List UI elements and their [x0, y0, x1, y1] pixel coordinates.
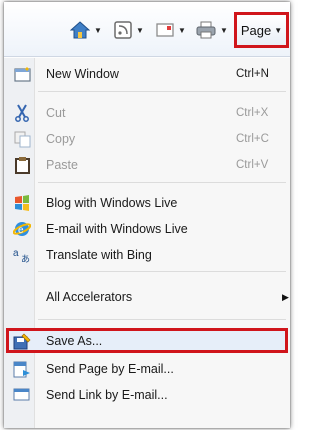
chevron-down-icon: ▼ [94, 25, 102, 35]
menu-item-label: Send Page by E-mail... [46, 362, 174, 376]
page-dropdown-menu: New Window Ctrl+N Cut Ctrl+X Copy Ctrl+C… [4, 58, 290, 428]
copy-icon [13, 130, 31, 148]
save-as-icon [13, 332, 31, 350]
menu-item-paste[interactable]: Paste Ctrl+V [4, 152, 290, 178]
menu-item-shortcut: Ctrl+V [236, 159, 269, 171]
menu-item-cut[interactable]: Cut Ctrl+X [4, 100, 290, 126]
menu-item-shortcut: Ctrl+C [236, 133, 269, 145]
menu-item-label: Copy [46, 132, 76, 146]
chevron-down-icon: ▼ [220, 25, 228, 35]
chevron-down-icon: ▼ [178, 25, 186, 35]
menu-separator [38, 182, 286, 183]
menu-item-label: New Window [46, 67, 119, 81]
feeds-icon [114, 21, 132, 39]
svg-text:あ: あ [21, 254, 30, 264]
clipboard-icon [13, 156, 31, 174]
menu-item-label: Blog with Windows Live [46, 196, 178, 210]
menu-item-blog-windows-live[interactable]: Blog with Windows Live [4, 190, 290, 216]
menu-item-email-windows-live[interactable]: e E-mail with Windows Live [4, 216, 290, 242]
menu-separator [38, 91, 286, 92]
menu-item-send-link-email[interactable]: Send Link by E-mail... [4, 382, 290, 408]
menu-item-label: Save As... [46, 334, 103, 348]
translate-icon: a あ [13, 246, 31, 264]
windows-live-icon [13, 194, 31, 212]
send-page-icon [13, 360, 31, 378]
command-bar: ▼ ▼ ▼ ▼ Page ▼ [4, 2, 290, 57]
chevron-down-icon: ▼ [136, 25, 144, 35]
print-button[interactable]: ▼ [196, 19, 228, 41]
send-link-icon [13, 386, 31, 404]
svg-text:e: e [18, 225, 24, 236]
scissors-icon [13, 104, 31, 122]
menu-item-label: Translate with Bing [46, 248, 152, 262]
feeds-button[interactable]: ▼ [114, 19, 144, 41]
menu-item-save-as[interactable]: Save As... [4, 328, 290, 354]
home-button[interactable]: ▼ [70, 19, 102, 41]
menu-item-label: Cut [46, 106, 66, 120]
page-menu-label: Page [240, 22, 272, 38]
menu-separator [38, 319, 286, 320]
new-window-icon [13, 65, 31, 83]
menu-item-send-page-email[interactable]: Send Page by E-mail... [4, 356, 290, 382]
menu-item-label: Send Link by E-mail... [46, 388, 168, 402]
chevron-down-icon: ▼ [274, 25, 283, 35]
menu-item-shortcut: Ctrl+N [236, 68, 269, 80]
ie-mail-icon: e [13, 220, 31, 238]
menu-separator [38, 271, 286, 272]
menu-item-label: Paste [46, 158, 78, 172]
home-icon [70, 21, 90, 39]
menu-item-translate-bing[interactable]: a あ Translate with Bing [4, 242, 290, 268]
menu-item-copy[interactable]: Copy Ctrl+C [4, 126, 290, 152]
menu-item-new-window[interactable]: New Window Ctrl+N [4, 61, 290, 87]
svg-text:a: a [13, 248, 19, 259]
read-mail-button[interactable]: ▼ [156, 19, 186, 41]
submenu-arrow-icon: ▶ [282, 291, 289, 302]
page-menu-button[interactable]: Page ▼ [234, 12, 289, 48]
page-menu-window: ▼ ▼ ▼ ▼ Page ▼ New Window Ctrl+N Cut Ctr… [4, 2, 290, 428]
read-mail-icon [156, 23, 174, 37]
menu-item-all-accelerators[interactable]: All Accelerators ▶ [4, 284, 290, 310]
menu-item-label: E-mail with Windows Live [46, 222, 188, 236]
menu-item-label: All Accelerators [46, 290, 133, 304]
menu-item-shortcut: Ctrl+X [236, 107, 269, 119]
print-icon [196, 21, 216, 39]
